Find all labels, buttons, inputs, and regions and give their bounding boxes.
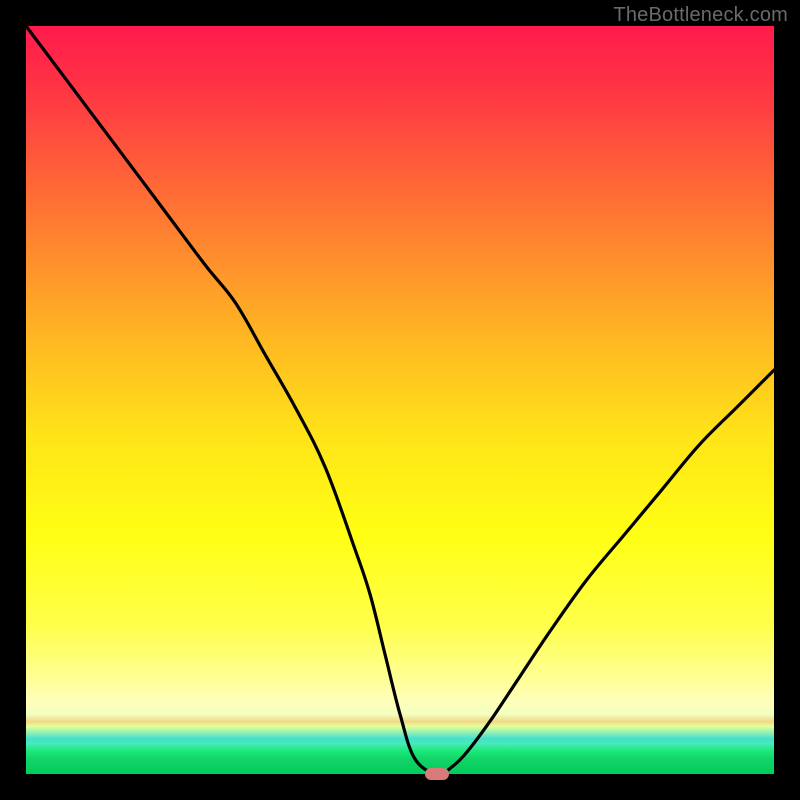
minimum-marker: [425, 768, 449, 780]
chart-frame: TheBottleneck.com: [0, 0, 800, 800]
bottleneck-curve: [26, 26, 774, 774]
curve-path: [26, 26, 774, 774]
watermark-text: TheBottleneck.com: [613, 4, 788, 27]
plot-area: [26, 26, 774, 774]
